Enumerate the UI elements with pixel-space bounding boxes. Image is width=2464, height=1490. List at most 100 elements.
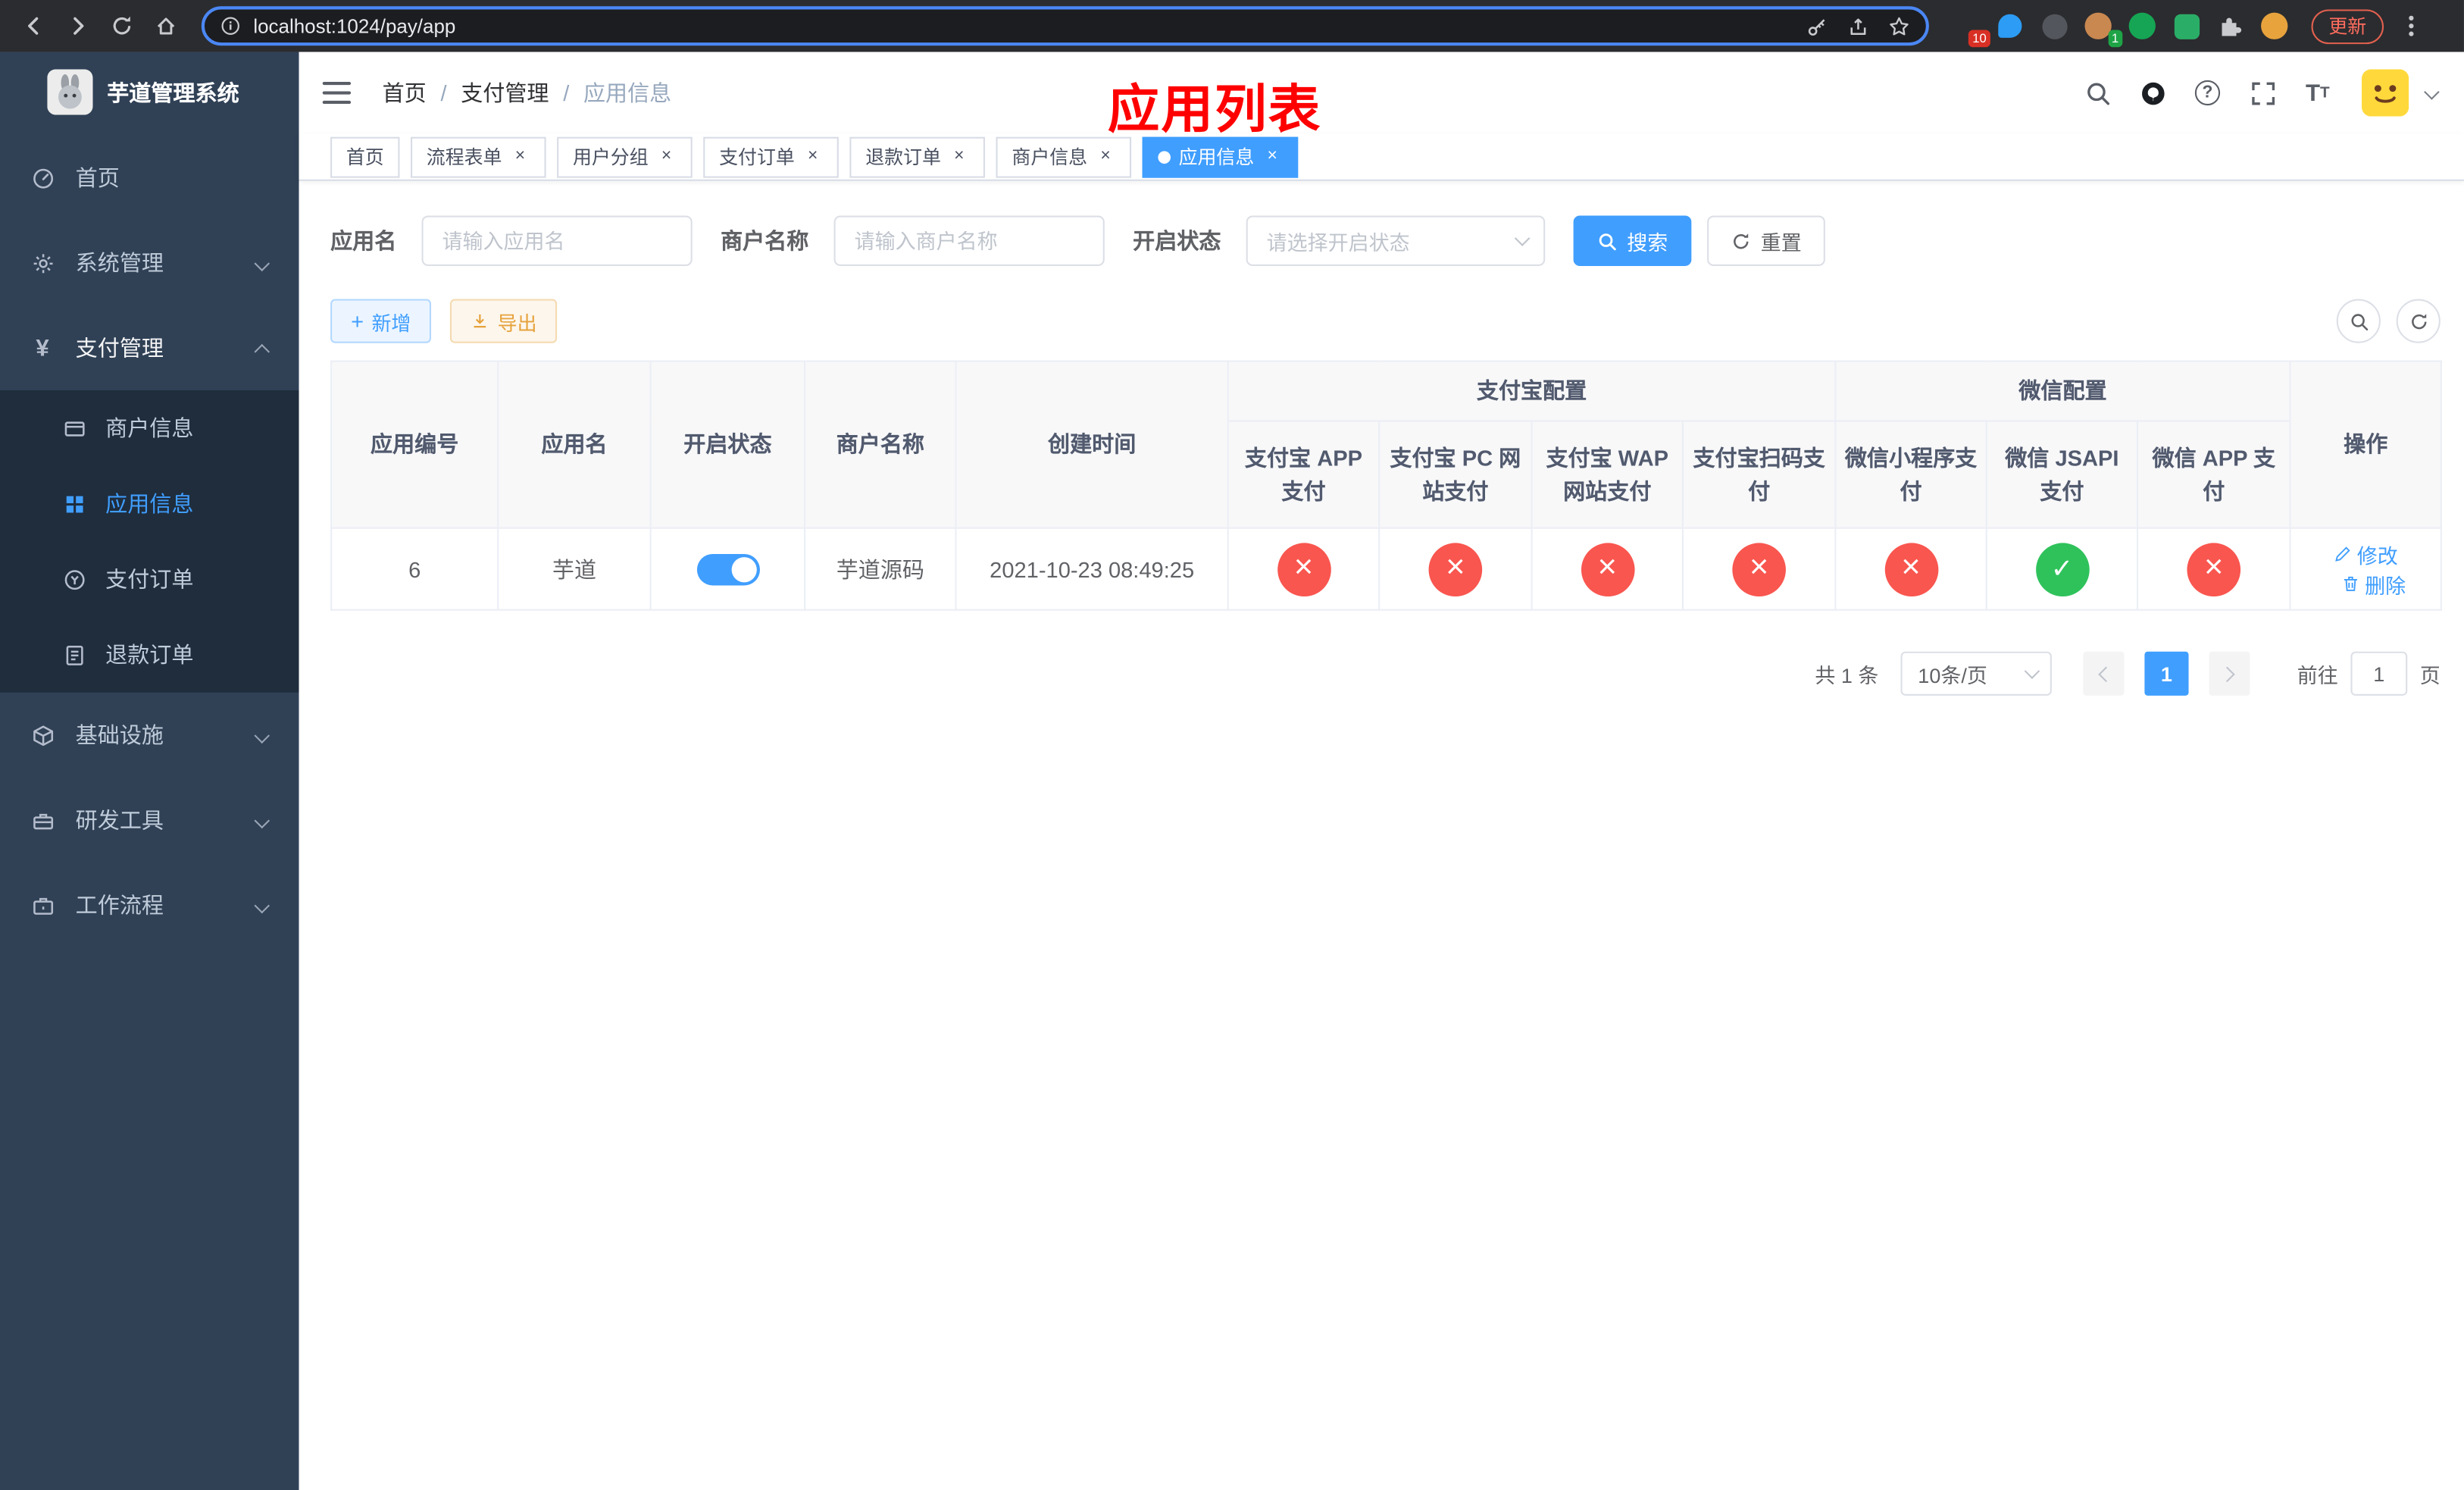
sidebar-item-payment[interactable]: 支付管理 [0,305,299,390]
tab-process-form[interactable]: 流程表单 [411,136,546,177]
edit-link[interactable]: 修改 [2334,539,2398,568]
refresh-table-button[interactable] [2396,299,2441,343]
reset-button[interactable]: 重置 [1707,215,1825,266]
breadcrumb-payment[interactable]: 支付管理 [461,77,549,109]
refund-doc-icon [61,642,86,667]
export-button-label: 导出 [497,312,537,335]
alipay-pc-status-icon [1428,542,1483,596]
goto-page-input[interactable] [2350,651,2408,696]
close-icon[interactable] [1262,146,1283,167]
profile-avatar-extension-icon[interactable] [2259,11,2289,41]
address-bar[interactable]: localhost:1024/pay/app [201,6,1929,46]
green-circle-extension-icon[interactable] [2128,11,2157,41]
chevron-down-icon [254,812,270,828]
user-menu-caret-icon[interactable] [2424,83,2440,99]
col-app-name: 应用名 [497,360,652,529]
sidebar-item-label: 支付管理 [75,335,164,361]
reset-button-label: 重置 [1760,230,1802,255]
browser-refresh-icon[interactable] [101,5,142,46]
status-toggle[interactable] [696,552,759,585]
add-button[interactable]: 新增 [330,299,432,343]
page-size-value: 10条/页 [1918,663,1987,687]
status-select[interactable]: 请选择开启状态 [1246,215,1546,266]
toggle-search-button[interactable] [2336,299,2381,343]
user-avatar[interactable] [2361,69,2409,117]
browser-home-icon[interactable] [145,5,186,46]
delete-link[interactable]: 删除 [2341,569,2406,599]
wechat-app-status-icon [2187,542,2241,596]
app-logo [47,69,93,115]
dark-circle-extension-icon[interactable] [2039,11,2068,41]
sidebar-item-merchant-info[interactable]: 商户信息 [0,390,299,466]
browser-menu-icon[interactable] [2397,15,2425,36]
tab-label: 流程表单 [426,146,502,169]
sidebar-item-system[interactable]: 系统管理 [0,221,299,305]
export-button[interactable]: 导出 [450,299,558,343]
sidebar-logo-row: 芋道管理系统 [0,52,299,133]
tab-refund-orders[interactable]: 退款订单 [849,136,986,177]
sidebar-item-home[interactable]: 首页 [0,136,299,221]
cell-status [649,527,806,611]
tab-home[interactable]: 首页 [330,136,400,177]
prev-page-button[interactable] [2083,651,2125,696]
sidebar-item-devtools[interactable]: 研发工具 [0,778,299,862]
tags-view-bar: 首页 流程表单 用户分组 支付订单 退款订单 [299,133,2464,181]
merchant-name-input[interactable] [833,215,1105,266]
bookmark-star-icon[interactable] [1888,15,1910,37]
font-size-icon[interactable] [2297,73,2338,114]
password-key-icon[interactable] [1806,15,1828,37]
extensions-puzzle-icon[interactable] [2215,11,2245,41]
sidebar-item-app-info[interactable]: 应用信息 [0,466,299,542]
next-page-button[interactable] [2209,651,2250,696]
breadcrumb-home[interactable]: 首页 [383,77,427,109]
github-icon[interactable] [2132,73,2173,114]
page-size-select[interactable]: 10条/页 [1900,651,2052,696]
tab-user-group[interactable]: 用户分组 [557,136,693,177]
tab-label: 首页 [346,146,384,169]
chevron-up-icon [254,343,270,359]
plus-icon [351,309,364,333]
goto-unit-label: 页 [2419,663,2441,687]
fullscreen-icon[interactable] [2242,73,2283,114]
search-icon[interactable] [2077,73,2118,114]
browser-update-button[interactable]: 更新 [2311,8,2384,44]
collapse-sidebar-icon[interactable] [322,76,358,111]
share-icon[interactable] [1847,15,1869,37]
sidebar-item-label: 基础设施 [75,722,164,748]
devtools-icon [30,807,55,832]
cell-created: 2021-10-23 08:49:25 [955,527,1229,611]
avatar-extension-icon[interactable]: 1 [2083,11,2123,48]
sidebar-item-workflow[interactable]: 工作流程 [0,862,299,947]
wechat-devtools-extension-icon[interactable] [2172,11,2201,41]
drop-extension-icon[interactable] [1995,11,2025,41]
page-annotation: 应用列表 [1107,80,1322,139]
sidebar-item-infrastructure[interactable]: 基础设施 [0,693,299,778]
app-name-input[interactable] [421,215,693,266]
status-label: 开启状态 [1133,228,1221,254]
browser-back-icon[interactable] [13,5,54,46]
chevron-down-icon [254,727,270,743]
tab-manager-extension-icon[interactable]: 10 [1951,11,1990,48]
close-icon[interactable] [949,146,969,167]
yen-icon [30,335,55,360]
close-icon[interactable] [510,146,530,167]
goto-label: 前往 [2297,663,2338,687]
tab-pay-orders[interactable]: 支付订单 [703,136,839,177]
breadcrumb-separator: / [563,80,570,106]
page-number-1[interactable]: 1 [2144,651,2189,696]
browser-forward-icon[interactable] [57,5,98,46]
close-icon[interactable] [802,146,823,167]
sidebar-item-refund-orders[interactable]: 退款订单 [0,617,299,693]
sidebar-item-label: 商户信息 [105,415,194,441]
gear-icon [30,250,55,275]
close-icon[interactable] [1096,146,1116,167]
filter-form: 应用名 商户名称 开启状态 请选择开启状态 [330,215,2441,266]
help-icon[interactable] [2187,73,2228,114]
close-icon[interactable] [656,146,677,167]
browser-toolbar: localhost:1024/pay/app 10 1 更新 [0,0,2464,52]
sidebar-item-pay-orders[interactable]: 支付订单 [0,541,299,617]
wechat-mini-status-icon [1884,542,1938,596]
search-button[interactable]: 搜索 [1573,215,1692,266]
dashboard-icon [30,165,55,190]
site-info-icon[interactable] [220,16,241,36]
